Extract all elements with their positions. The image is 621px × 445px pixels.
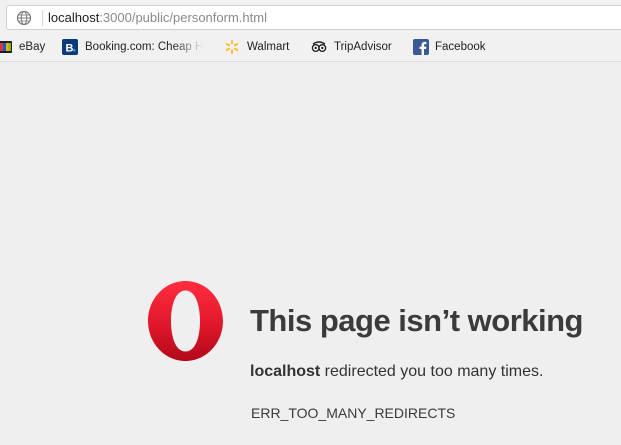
globe-icon <box>16 10 32 26</box>
browser-toolbar: localhost:3000/public/personform.html eB… <box>0 0 621 62</box>
ebay-icon <box>0 41 12 53</box>
url-text[interactable]: localhost:3000/public/personform.html <box>48 9 267 27</box>
bookmark-label: Walmart <box>247 41 290 53</box>
bookmark-booking[interactable]: B Booking.com: Cheap H <box>62 38 203 56</box>
bookmark-walmart[interactable]: Walmart <box>224 38 289 56</box>
bookmark-label: Booking.com: Cheap H <box>85 41 203 53</box>
tripadvisor-icon <box>311 41 327 52</box>
svg-text:B: B <box>66 43 74 55</box>
error-message-text: redirected you too many times. <box>320 363 544 380</box>
bookmark-ebay[interactable]: eBay <box>0 38 45 56</box>
bookmark-label: eBay <box>19 41 46 53</box>
error-host: localhost <box>250 363 321 380</box>
bookmark-facebook[interactable]: Facebook <box>413 38 486 56</box>
error-title: This page isn’t working <box>250 303 583 338</box>
walmart-icon <box>225 40 239 54</box>
error-code: ERR_TOO_MANY_REDIRECTS <box>251 405 456 421</box>
bookmarks-bar: eBay B Booking.com: Cheap H Walmart Trip… <box>0 36 621 58</box>
error-message: localhost redirected you too many times. <box>250 362 543 382</box>
address-bar[interactable]: localhost:3000/public/personform.html <box>6 5 621 30</box>
facebook-icon <box>413 39 429 55</box>
bookmark-label: TripAdvisor <box>334 41 392 53</box>
booking-icon: B <box>62 39 78 55</box>
bookmark-label: Facebook <box>435 41 486 53</box>
opera-logo-icon <box>148 281 223 361</box>
url-host: localhost <box>48 10 100 25</box>
url-path: :3000/public/personform.html <box>99 10 267 25</box>
address-divider <box>42 10 43 26</box>
bookmark-tripadvisor[interactable]: TripAdvisor <box>311 38 392 56</box>
